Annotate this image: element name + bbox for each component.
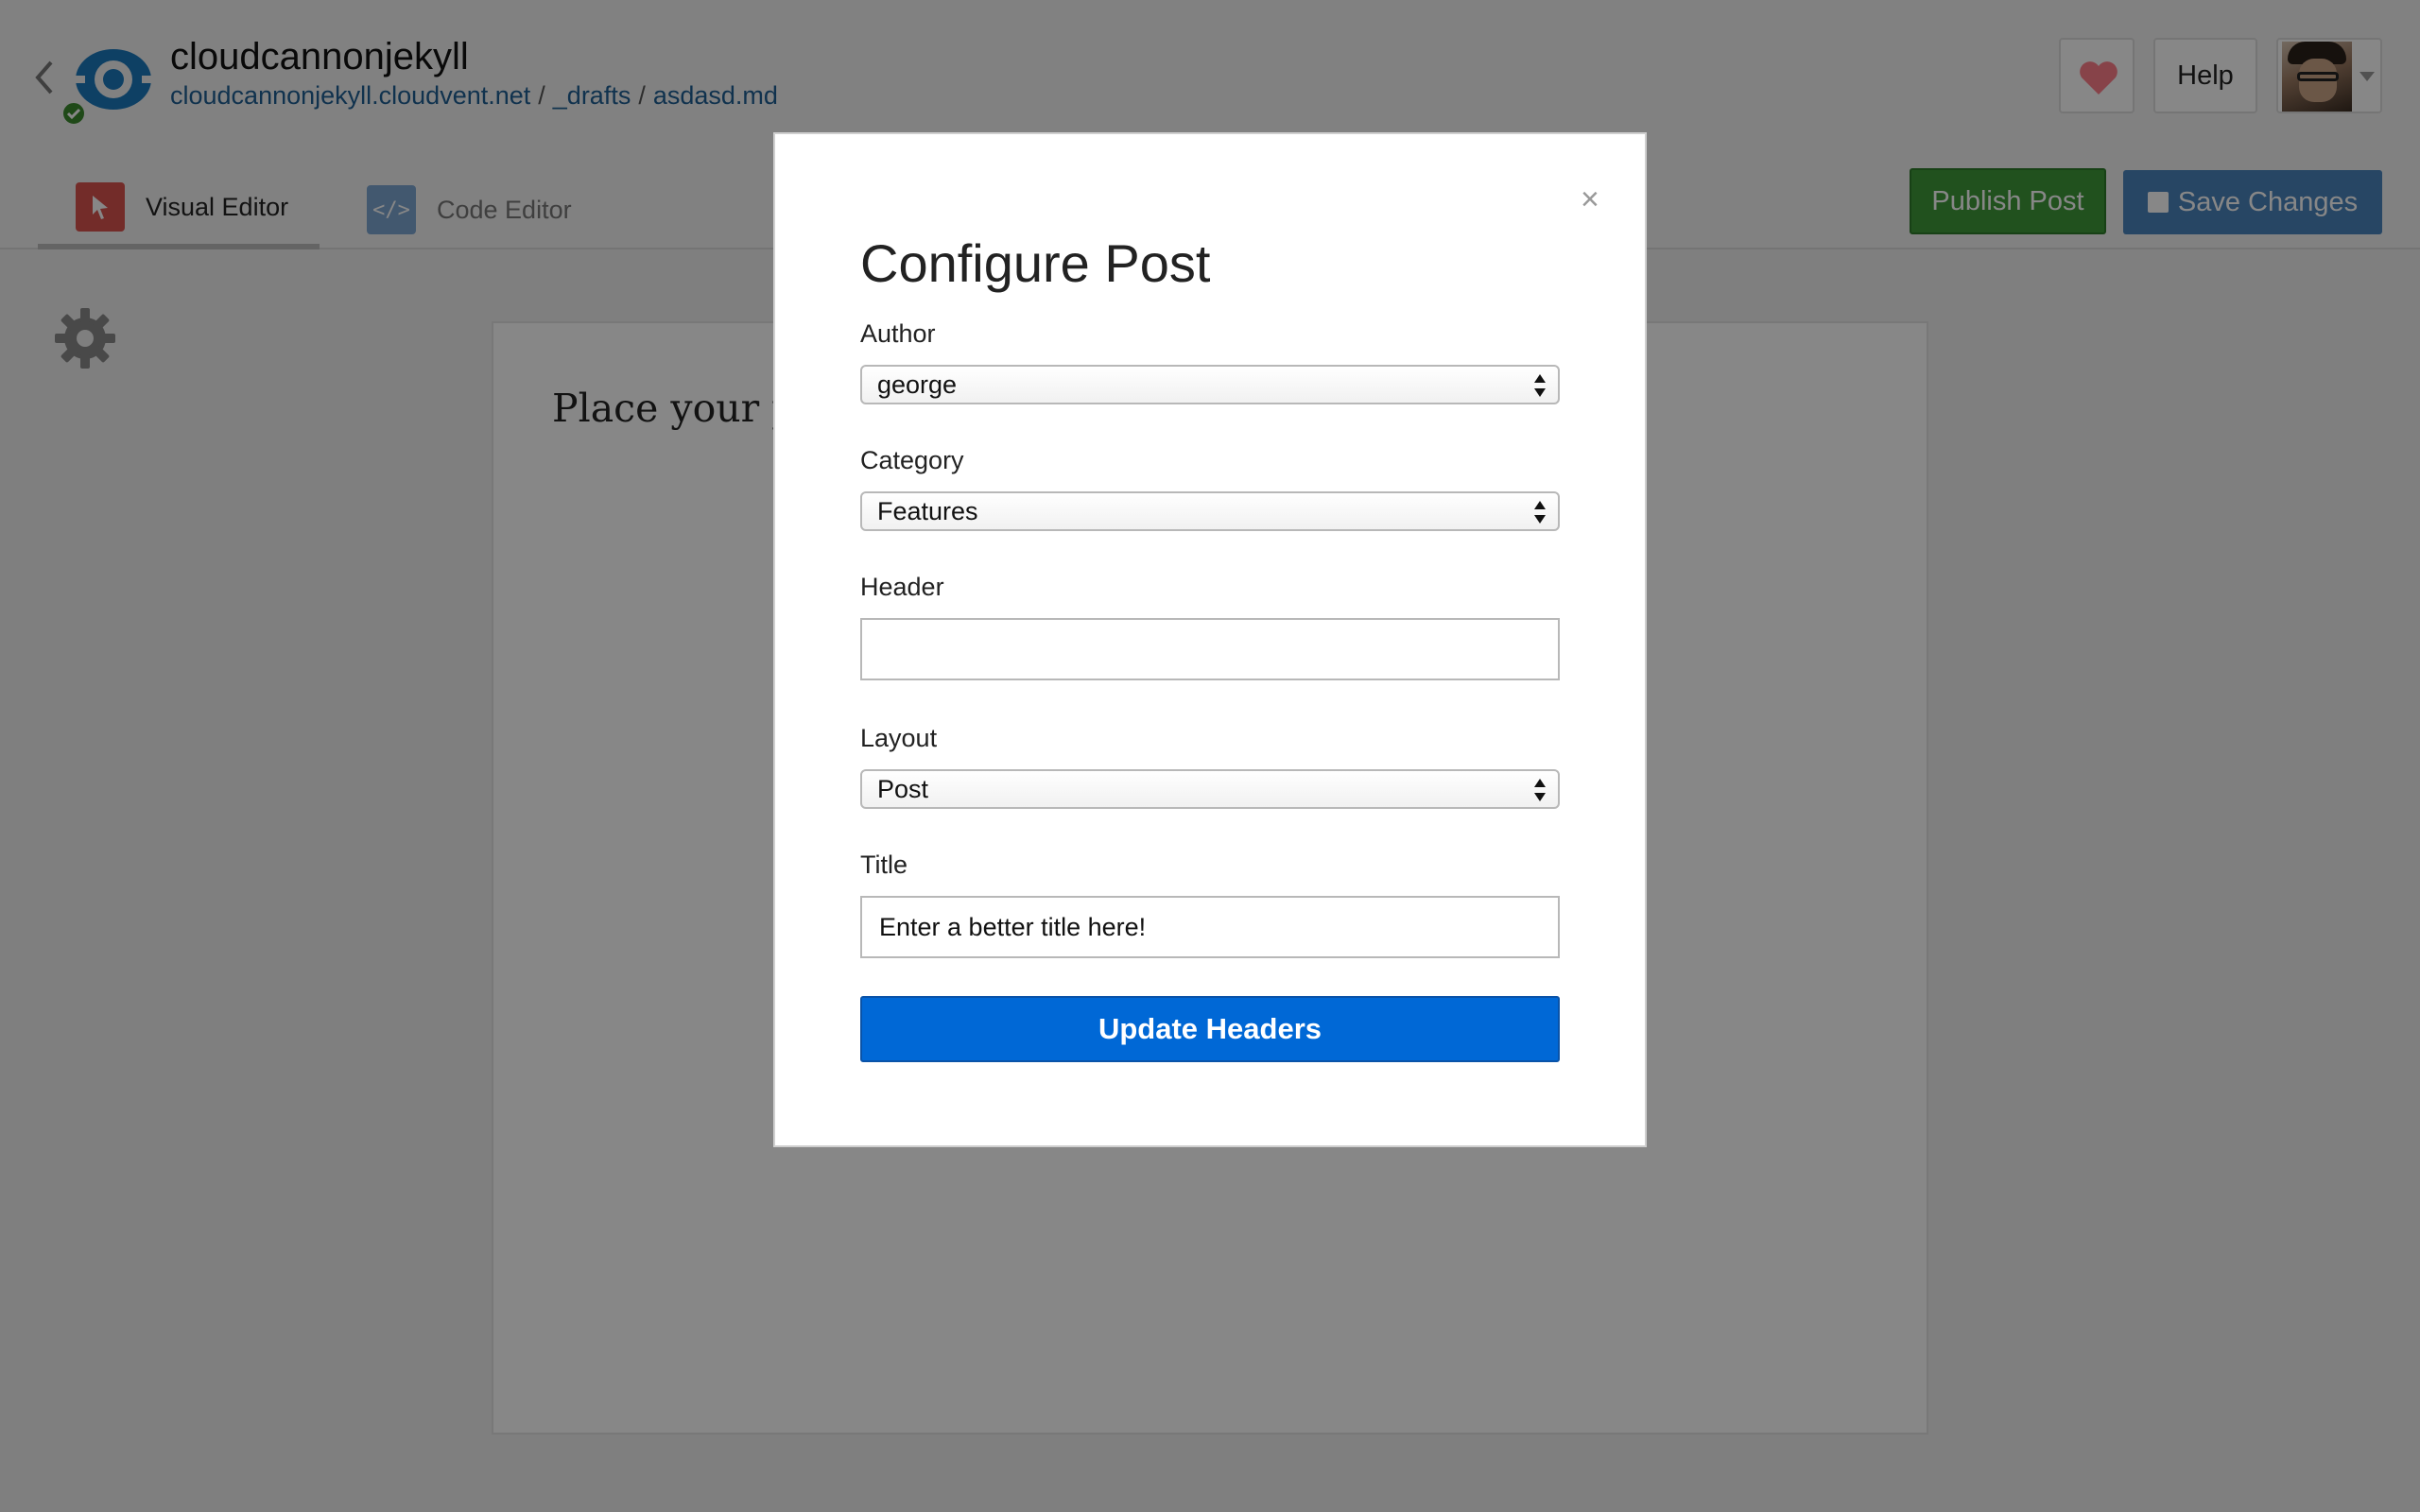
layout-value: Post bbox=[877, 774, 929, 803]
category-select[interactable]: Features bbox=[860, 491, 1560, 531]
select-arrows-icon bbox=[1534, 779, 1546, 801]
header-label: Header bbox=[860, 573, 944, 601]
title-label: Title bbox=[860, 850, 908, 879]
layout-select[interactable]: Post bbox=[860, 769, 1560, 809]
author-select[interactable]: george bbox=[860, 365, 1560, 404]
author-label: Author bbox=[860, 319, 936, 348]
select-arrows-icon bbox=[1534, 501, 1546, 524]
close-icon[interactable]: × bbox=[1581, 183, 1599, 215]
layout-label: Layout bbox=[860, 724, 938, 752]
configure-post-dialog: × Configure Post Author george Category … bbox=[773, 132, 1647, 1147]
header-input[interactable] bbox=[860, 618, 1560, 680]
title-input[interactable]: Enter a better title here! bbox=[860, 896, 1560, 958]
category-value: Features bbox=[877, 496, 978, 525]
author-value: george bbox=[877, 369, 958, 399]
select-arrows-icon bbox=[1534, 374, 1546, 397]
dialog-title: Configure Post bbox=[860, 233, 1211, 293]
category-label: Category bbox=[860, 446, 964, 474]
update-headers-button[interactable]: Update Headers bbox=[860, 996, 1560, 1062]
